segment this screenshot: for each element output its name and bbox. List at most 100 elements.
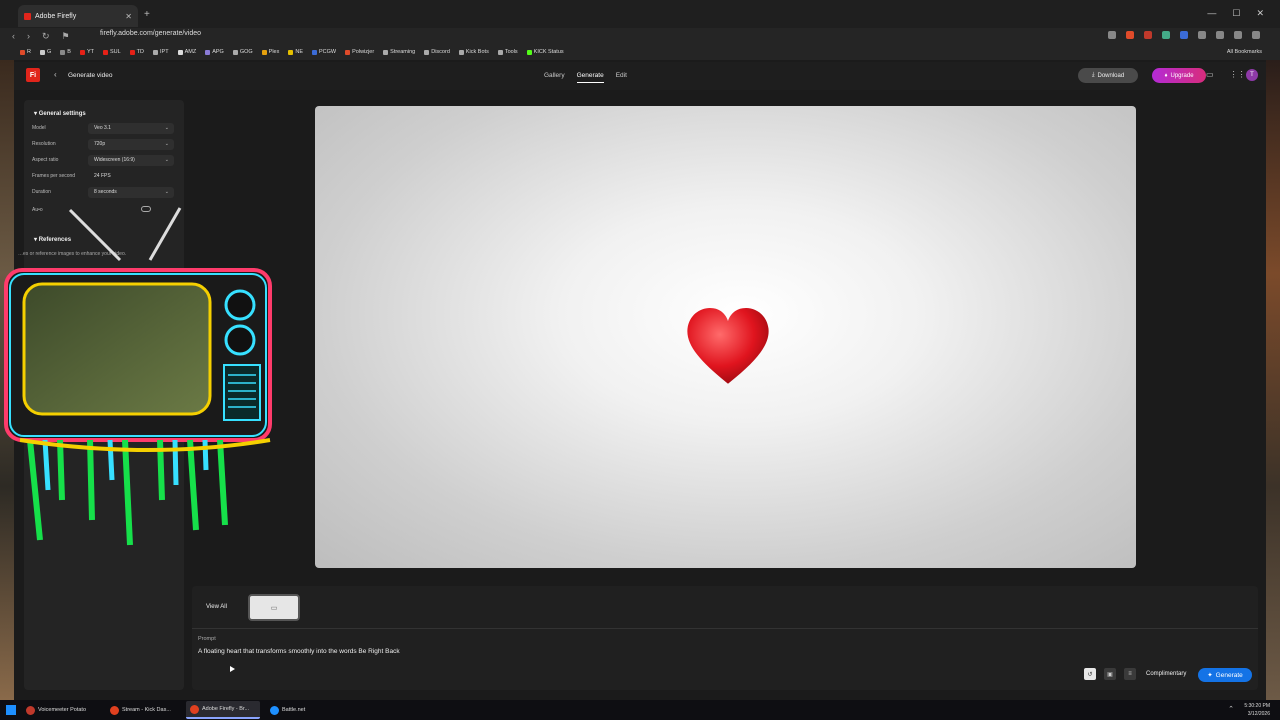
extension-icon[interactable] — [1180, 31, 1188, 39]
prompt-label: Prompt — [198, 636, 216, 642]
firefly-logo[interactable]: Fi — [26, 68, 40, 82]
taskbar-item[interactable]: Adobe Firefly - Br... — [186, 701, 260, 719]
generated-thumbnail[interactable]: ▭ — [248, 594, 300, 621]
windows-taskbar: Voicemeeter Potato Stream - Kick Das... Ad… — [0, 700, 1280, 720]
bookmark-label: IPT — [160, 49, 169, 55]
resolution-row: Resolution 720p ⌄ — [32, 138, 176, 150]
tab-gallery[interactable]: Gallery — [544, 72, 565, 83]
window-controls: — ☐ ✕ — [1207, 8, 1264, 19]
upgrade-label: Upgrade — [1170, 72, 1194, 79]
taskbar-item-label: Stream - Kick Das... — [122, 707, 171, 713]
bookmark-favicon-icon — [79, 49, 85, 55]
antenna-icon — [68, 208, 122, 262]
generate-button[interactable]: ✦ Generate — [1198, 668, 1252, 682]
app-icon — [190, 704, 199, 714]
upgrade-button[interactable]: ♦ Upgrade — [1152, 68, 1206, 83]
download-button[interactable]: ⤓ Download — [1078, 68, 1138, 83]
bookmark-item[interactable]: Polwizjer — [345, 49, 374, 55]
bookmark-item[interactable]: APG — [205, 49, 224, 55]
taskbar-item[interactable]: Voicemeeter Potato — [22, 701, 100, 719]
windows-start-icon[interactable] — [6, 705, 16, 715]
general-settings-label: General settings — [38, 111, 86, 117]
apps-grid-icon[interactable]: ⋮⋮ — [1230, 70, 1246, 79]
fps-label: Frames per second — [32, 173, 76, 179]
puzzle-icon[interactable] — [1198, 31, 1206, 39]
bookmark-item[interactable]: Kick Bots — [458, 49, 489, 55]
wallet-icon[interactable] — [1234, 31, 1242, 39]
back-icon[interactable]: ‹ — [12, 31, 15, 41]
clock[interactable]: 5:30:20 PM 3/12/2026 — [1244, 702, 1270, 718]
history-icon[interactable]: ↺ — [1084, 668, 1096, 680]
retro-tv-overlay — [4, 207, 272, 546]
menu-icon[interactable] — [1252, 31, 1260, 39]
bookmark-item[interactable]: GOG — [232, 49, 253, 55]
reload-icon[interactable]: ↻ — [42, 31, 50, 42]
avatar[interactable]: T — [1246, 69, 1258, 81]
tab-generate[interactable]: Generate — [576, 72, 604, 83]
view-all-button[interactable]: View All — [206, 604, 227, 610]
aspect-select[interactable]: Widescreen (16:9) ⌄ — [88, 154, 174, 166]
chat-icon[interactable]: ▭ — [1206, 70, 1214, 79]
bookmark-item[interactable]: SUL — [102, 49, 121, 55]
prompt-input[interactable]: A floating heart that transforms smoothl… — [198, 648, 400, 655]
bookmark-item[interactable]: R — [20, 49, 31, 55]
bookmark-item[interactable]: AMZ — [177, 49, 196, 55]
browser-tab[interactable]: Adobe Firefly ✕ — [18, 5, 138, 27]
app-icon — [270, 705, 279, 715]
page-title: Generate video — [68, 72, 113, 79]
frame-icon[interactable]: ▣ — [1104, 668, 1116, 680]
tab-edit[interactable]: Edit — [616, 72, 627, 83]
bookmark-item[interactable]: NE — [288, 49, 303, 55]
extension-icon[interactable] — [1162, 31, 1170, 39]
sidebar-icon[interactable] — [1216, 31, 1224, 39]
all-bookmarks-button[interactable]: All Bookmarks — [1227, 49, 1262, 55]
bookmark-item[interactable]: G — [39, 49, 52, 55]
taskbar-item[interactable]: Battle.net — [266, 701, 340, 719]
bookmark-label: APG — [212, 49, 224, 55]
settings-sliders-icon[interactable]: ≡ — [1124, 668, 1136, 680]
bookmark-item[interactable]: Discord — [424, 49, 450, 55]
model-label: Model — [32, 125, 46, 131]
aspect-value: Widescreen (16:9) — [94, 157, 135, 163]
close-window-icon[interactable]: ✕ — [1256, 8, 1264, 19]
sparkle-icon: ✦ — [1207, 672, 1213, 679]
bookmark-item[interactable]: Tools — [497, 49, 518, 55]
app-header: Fi ‹ Generate video Gallery Generate Edi… — [14, 62, 1266, 90]
minimize-icon[interactable]: — — [1207, 8, 1216, 19]
extension-icon[interactable] — [1144, 31, 1152, 39]
maximize-icon[interactable]: ☐ — [1232, 8, 1240, 19]
new-tab-icon[interactable]: + — [144, 9, 150, 20]
bookmark-label: G — [46, 49, 52, 55]
taskbar-item[interactable]: Stream - Kick Das... — [106, 701, 180, 719]
bookmark-item[interactable]: KICK Status — [526, 49, 564, 55]
bookmark-item[interactable]: Plex — [261, 49, 279, 55]
bookmark-favicon-icon — [153, 49, 159, 55]
taskbar-item-label: Battle.net — [282, 707, 306, 713]
model-select[interactable]: Veo 3.1 ⌄ — [88, 122, 174, 134]
taskbar-item-label: Voicemeeter Potato — [38, 707, 87, 713]
close-tab-icon[interactable]: ✕ — [125, 12, 132, 21]
forward-icon[interactable]: › — [27, 31, 30, 41]
bookmark-item[interactable]: Streaming — [383, 49, 415, 55]
url-field[interactable]: firefly.adobe.com/generate/video — [100, 30, 201, 37]
resolution-label: Resolution — [32, 141, 56, 147]
tray-chevron-icon[interactable]: ⌃ — [1228, 705, 1234, 713]
video-preview[interactable] — [315, 106, 1136, 568]
duration-select[interactable]: 8 seconds ⌄ — [88, 186, 174, 198]
brave-shield-icon[interactable] — [1126, 31, 1134, 39]
resolution-select[interactable]: 720p ⌄ — [88, 138, 174, 150]
bookmark-item[interactable]: PCGW — [312, 49, 336, 55]
back-arrow-icon[interactable]: ‹ — [54, 70, 57, 79]
bookmark-item[interactable]: YT — [79, 49, 94, 55]
aspect-label: Aspect ratio — [32, 157, 59, 163]
general-settings-header[interactable]: ▾ General settings — [34, 110, 86, 117]
bookmark-item[interactable]: B — [60, 49, 71, 55]
share-icon[interactable] — [1108, 31, 1116, 39]
bookmark-item[interactable]: TD — [129, 49, 144, 55]
bookmark-icon[interactable]: ⚑ — [62, 31, 70, 42]
divider — [192, 628, 1258, 629]
bookmark-favicon-icon — [458, 49, 464, 55]
prompt-panel: View All ▭ Prompt A floating heart that … — [192, 586, 1258, 690]
bookmark-item[interactable]: IPT — [153, 49, 169, 55]
bookmark-favicon-icon — [424, 49, 430, 55]
